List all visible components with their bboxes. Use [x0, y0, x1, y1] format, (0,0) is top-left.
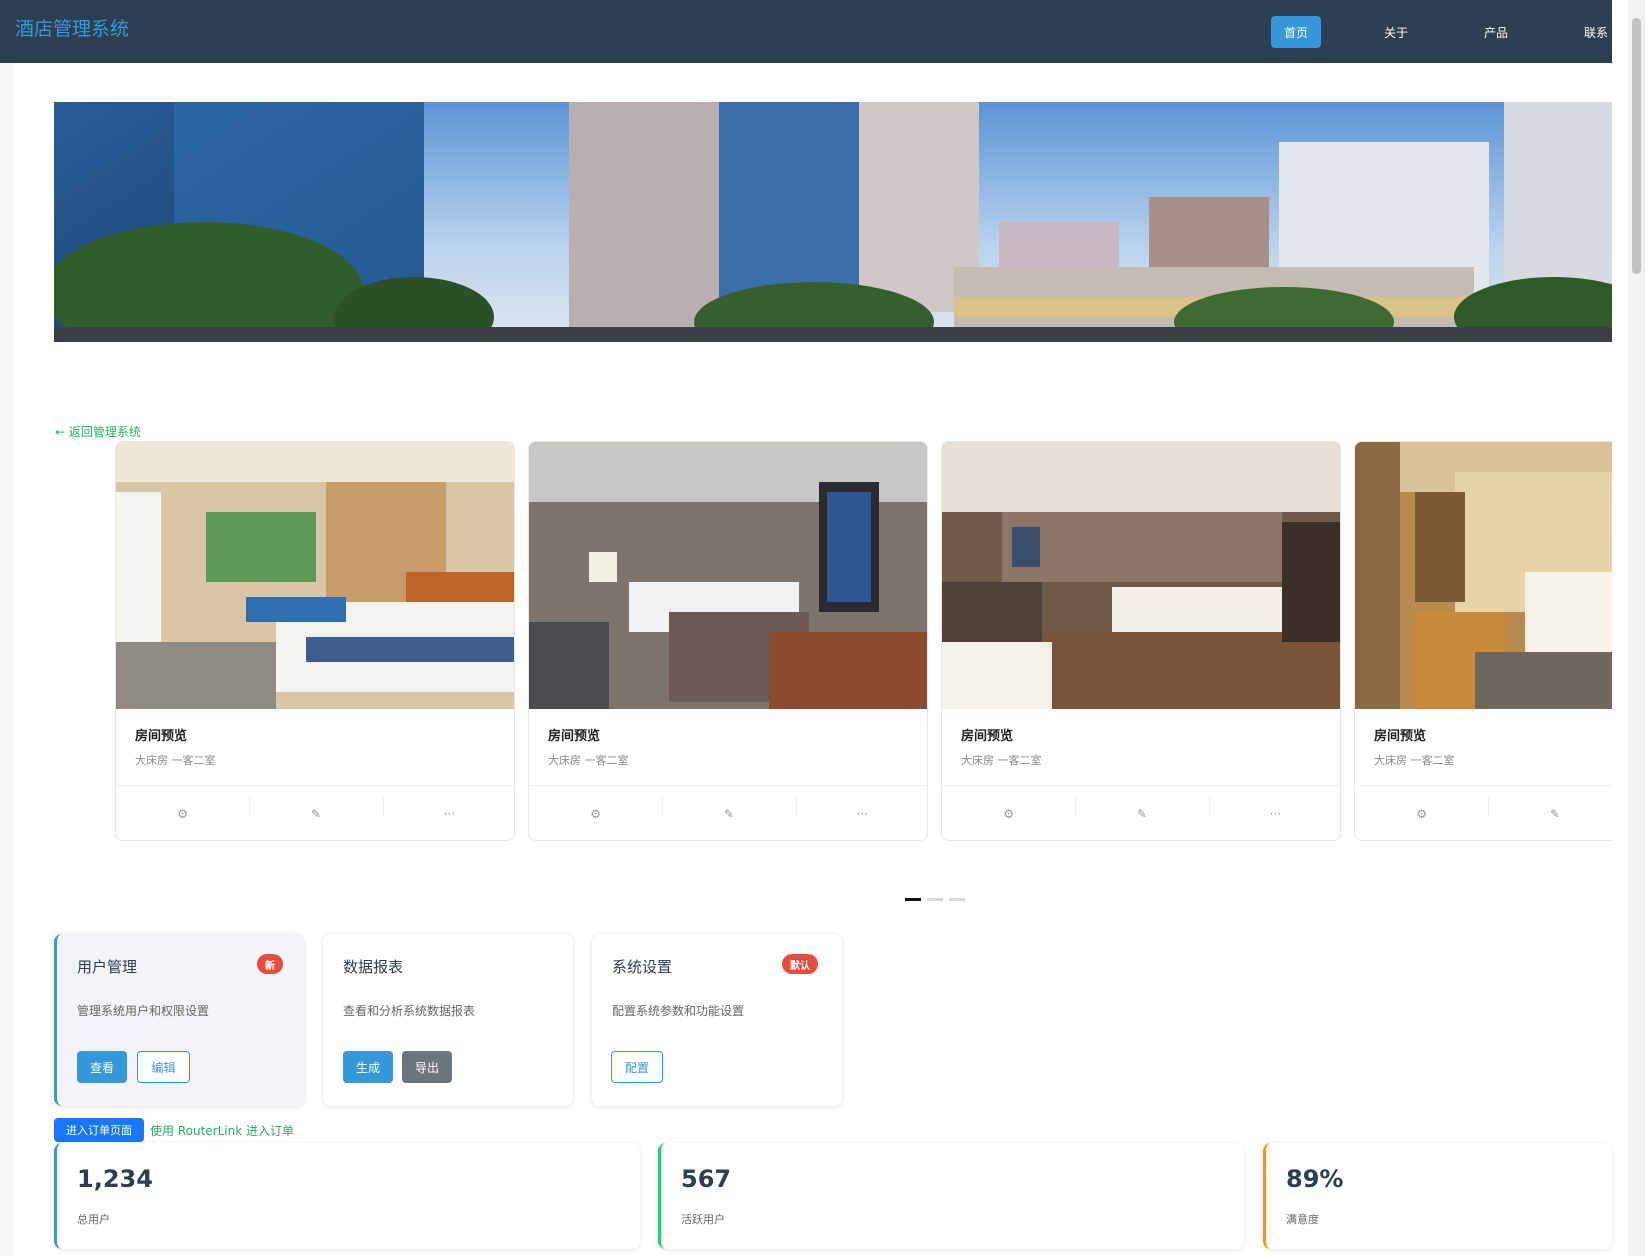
- stat-card-total-users: 1,234 总用户: [54, 1143, 640, 1249]
- setting-icon[interactable]: ⚙: [116, 786, 249, 840]
- brand-title[interactable]: 酒店管理系统: [15, 14, 129, 41]
- edit-button[interactable]: 编辑: [137, 1051, 190, 1083]
- stat-value: 567: [681, 1165, 732, 1193]
- carousel-indicators: [905, 898, 965, 901]
- room-description: 大床房 一客二室: [1374, 754, 1455, 767]
- carousel-dot[interactable]: [927, 898, 943, 901]
- back-to-admin-link[interactable]: ← 返回管理系统: [55, 423, 141, 440]
- nav-item-contact[interactable]: 联系: [1571, 16, 1621, 48]
- feature-card-system-settings: 系统设置 默认 配置系统参数和功能设置 配置: [592, 934, 842, 1106]
- setting-icon[interactable]: ⚙: [942, 786, 1075, 840]
- carousel-dot[interactable]: [905, 898, 921, 901]
- feature-title: 用户管理: [77, 958, 138, 976]
- feature-title: 系统设置: [612, 958, 673, 976]
- top-navbar: 酒店管理系统 首页 关于 产品 联系 旅馆: [0, 0, 1612, 63]
- room-card-actions: ⚙ ✎ ···: [942, 785, 1340, 840]
- stat-value: 1,234: [77, 1165, 153, 1193]
- setting-icon[interactable]: ⚙: [1355, 786, 1488, 840]
- stat-card-active-users: 567 活跃用户: [658, 1143, 1244, 1249]
- feature-description: 配置系统参数和功能设置: [612, 1004, 745, 1018]
- feature-card-data-reports: 数据报表 查看和分析系统数据报表 生成 导出: [323, 934, 573, 1106]
- stat-value: 89%: [1286, 1165, 1344, 1193]
- room-card[interactable]: 房间预览 大床房 一客二室 ⚙ ✎ ···: [528, 441, 928, 841]
- feature-description: 查看和分析系统数据报表: [343, 1004, 476, 1018]
- router-link-order[interactable]: 使用 RouterLink 进入订单: [150, 1122, 294, 1139]
- export-button[interactable]: 导出: [402, 1051, 452, 1083]
- new-badge: 新: [257, 954, 283, 974]
- room-photo: [116, 442, 514, 709]
- room-title: 房间预览: [961, 729, 1014, 744]
- feature-card-user-management: 用户管理 新 管理系统用户和权限设置 查看 编辑: [54, 934, 304, 1106]
- room-photo: [942, 442, 1340, 709]
- room-carousel: 房间预览 大床房 一客二室 ⚙ ✎ ··· 房间预览 大床房 一客二室 ⚙ ✎ …: [115, 441, 1612, 841]
- room-card-actions: ⚙ ✎ ···: [529, 785, 927, 840]
- carousel-dot[interactable]: [949, 898, 965, 901]
- room-card-actions: ⚙ ✎ ···: [1355, 785, 1612, 840]
- default-badge: 默认: [782, 954, 818, 974]
- edit-icon[interactable]: ✎: [1488, 786, 1612, 840]
- edit-icon[interactable]: ✎: [1075, 786, 1208, 840]
- nav-item-about[interactable]: 关于: [1371, 16, 1421, 48]
- room-card-actions: ⚙ ✎ ···: [116, 785, 514, 840]
- main-nav: 首页 关于 产品 联系 旅馆: [1246, 16, 1645, 48]
- room-card[interactable]: 房间预览 大床房 一客二室 ⚙ ✎ ···: [115, 441, 515, 841]
- page-scrollbar-thumb[interactable]: [1632, 18, 1641, 274]
- enter-order-page-button[interactable]: 进入订单页面: [54, 1118, 144, 1142]
- configure-button[interactable]: 配置: [611, 1051, 663, 1083]
- room-description: 大床房 一客二室: [548, 754, 629, 767]
- nav-item-products[interactable]: 产品: [1471, 16, 1521, 48]
- generate-button[interactable]: 生成: [343, 1051, 393, 1083]
- edit-icon[interactable]: ✎: [249, 786, 382, 840]
- room-photo: [1355, 442, 1612, 709]
- setting-icon[interactable]: ⚙: [529, 786, 662, 840]
- room-card[interactable]: 房间预览 大床房 一客二室 ⚙ ✎ ···: [941, 441, 1341, 841]
- stat-label: 活跃用户: [681, 1213, 725, 1226]
- view-button[interactable]: 查看: [77, 1051, 127, 1083]
- feature-title: 数据报表: [343, 958, 404, 976]
- edit-icon[interactable]: ✎: [662, 786, 795, 840]
- feature-description: 管理系统用户和权限设置: [77, 1004, 210, 1018]
- room-card[interactable]: 房间预览 大床房 一客二室 ⚙ ✎ ···: [1354, 441, 1612, 841]
- stat-card-satisfaction: 89% 满意度: [1263, 1143, 1612, 1249]
- room-description: 大床房 一客二室: [961, 754, 1042, 767]
- room-title: 房间预览: [548, 729, 601, 744]
- hero-banner-image: [54, 102, 1612, 342]
- page-left-gutter: [0, 63, 14, 1256]
- room-title: 房间预览: [135, 729, 188, 744]
- stat-label: 总用户: [77, 1213, 110, 1226]
- nav-item-home[interactable]: 首页: [1271, 16, 1321, 48]
- stat-label: 满意度: [1286, 1213, 1319, 1226]
- room-photo: [529, 442, 927, 709]
- ellipsis-icon[interactable]: ···: [795, 786, 927, 840]
- room-description: 大床房 一客二室: [135, 754, 216, 767]
- room-title: 房间预览: [1374, 729, 1427, 744]
- ellipsis-icon[interactable]: ···: [382, 786, 514, 840]
- ellipsis-icon[interactable]: ···: [1208, 786, 1340, 840]
